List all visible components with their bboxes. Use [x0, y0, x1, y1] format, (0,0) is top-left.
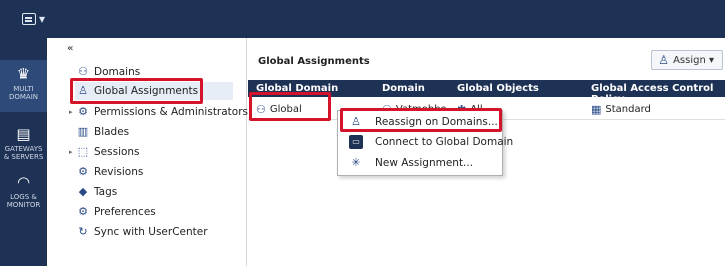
nav-label: GATEWAYS: [4, 145, 43, 153]
assign-icon: ♙: [658, 53, 670, 67]
tree-item-tags[interactable]: ◆ Tags: [77, 183, 117, 201]
nav-multi-domain[interactable]: ♛ MULTI DOMAIN: [0, 60, 47, 112]
table-cell: ▦ Standard: [591, 103, 651, 116]
assign-button[interactable]: ♙ Assign ▾: [651, 50, 723, 70]
app-menu-button[interactable]: ▾: [22, 12, 45, 26]
crown-icon: ♛: [16, 65, 31, 83]
navigation-tree: « ⚇ Domains ♙ Global Assignments ▸ ⚙ Per…: [47, 38, 249, 266]
tree-item-preferences[interactable]: ⚙ Preferences: [77, 203, 156, 221]
page-title: Global Assignments: [258, 56, 370, 67]
menu-item-label: New Assignment...: [375, 157, 474, 169]
menu-item-new-assignment[interactable]: ✳ New Assignment...: [338, 154, 504, 172]
nav-gateways-servers[interactable]: ▤ GATEWAYS & SERVERS: [0, 126, 47, 166]
tree-item-sync-usercenter[interactable]: ↻ Sync with UserCenter: [77, 223, 208, 241]
tree-item-label: Preferences: [94, 206, 156, 218]
blades-icon: ▥: [77, 125, 89, 138]
new-star-icon: ✳: [351, 156, 361, 169]
nav-label: LOGS &: [10, 193, 37, 201]
app-menu-icon: [22, 13, 36, 25]
highlight-box: [70, 78, 203, 104]
column-header[interactable]: Domain: [382, 83, 425, 94]
tree-item-blades[interactable]: ▥ Blades: [77, 123, 129, 141]
policy-value: Standard: [605, 104, 651, 115]
tree-item-label: Sync with UserCenter: [94, 226, 208, 238]
tree-item-label: Sessions: [94, 146, 140, 158]
gauge-icon: ◠: [16, 173, 31, 191]
server-icon: ▤: [16, 125, 31, 143]
expand-arrow-icon[interactable]: ▸: [69, 143, 73, 161]
gear-icon: ⚙: [78, 105, 88, 118]
collapse-panel-button[interactable]: «: [67, 43, 73, 54]
menu-item-label: Connect to Global Domain: [375, 136, 514, 148]
nav-logs-monitor[interactable]: ◠ LOGS & MONITOR: [0, 174, 47, 214]
revisions-icon: ⚙: [78, 165, 88, 178]
sync-icon: ↻: [78, 225, 88, 238]
policy-icon: ▦: [591, 103, 602, 116]
tree-item-permissions[interactable]: ▸ ⚙ Permissions & Administrators: [69, 103, 249, 121]
sessions-icon: ⬚: [77, 145, 89, 158]
tree-item-sessions[interactable]: ▸ ⬚ Sessions: [69, 143, 140, 161]
expand-arrow-icon[interactable]: ▸: [69, 103, 73, 121]
nav-label: MONITOR: [6, 201, 41, 209]
assign-button-label: Assign ▾: [673, 54, 714, 66]
menu-item-connect-global[interactable]: ▭ Connect to Global Domain: [338, 133, 513, 151]
tree-item-label: Permissions & Administrators: [94, 106, 249, 118]
tag-icon: ◆: [78, 185, 88, 198]
nav-label: DOMAIN: [8, 93, 39, 101]
preferences-icon: ⚙: [78, 205, 88, 218]
highlight-box: [340, 108, 502, 132]
top-bar: ▾: [0, 0, 725, 38]
dropdown-arrow-icon: ▾: [39, 12, 46, 26]
tree-item-label: Blades: [94, 126, 130, 138]
nav-label: & SERVERS: [3, 153, 44, 161]
tree-item-label: Tags: [94, 186, 118, 198]
column-header[interactable]: Global Objects: [457, 83, 539, 94]
connect-icon: ▭: [349, 135, 363, 149]
left-navigation: ♛ MULTI DOMAIN ▤ GATEWAYS & SERVERS ◠ LO…: [0, 38, 47, 266]
tree-item-label: Revisions: [94, 166, 144, 178]
nav-label: MULTI: [13, 85, 34, 93]
tree-item-revisions[interactable]: ⚙ Revisions: [77, 163, 143, 181]
highlight-box: [249, 92, 331, 121]
